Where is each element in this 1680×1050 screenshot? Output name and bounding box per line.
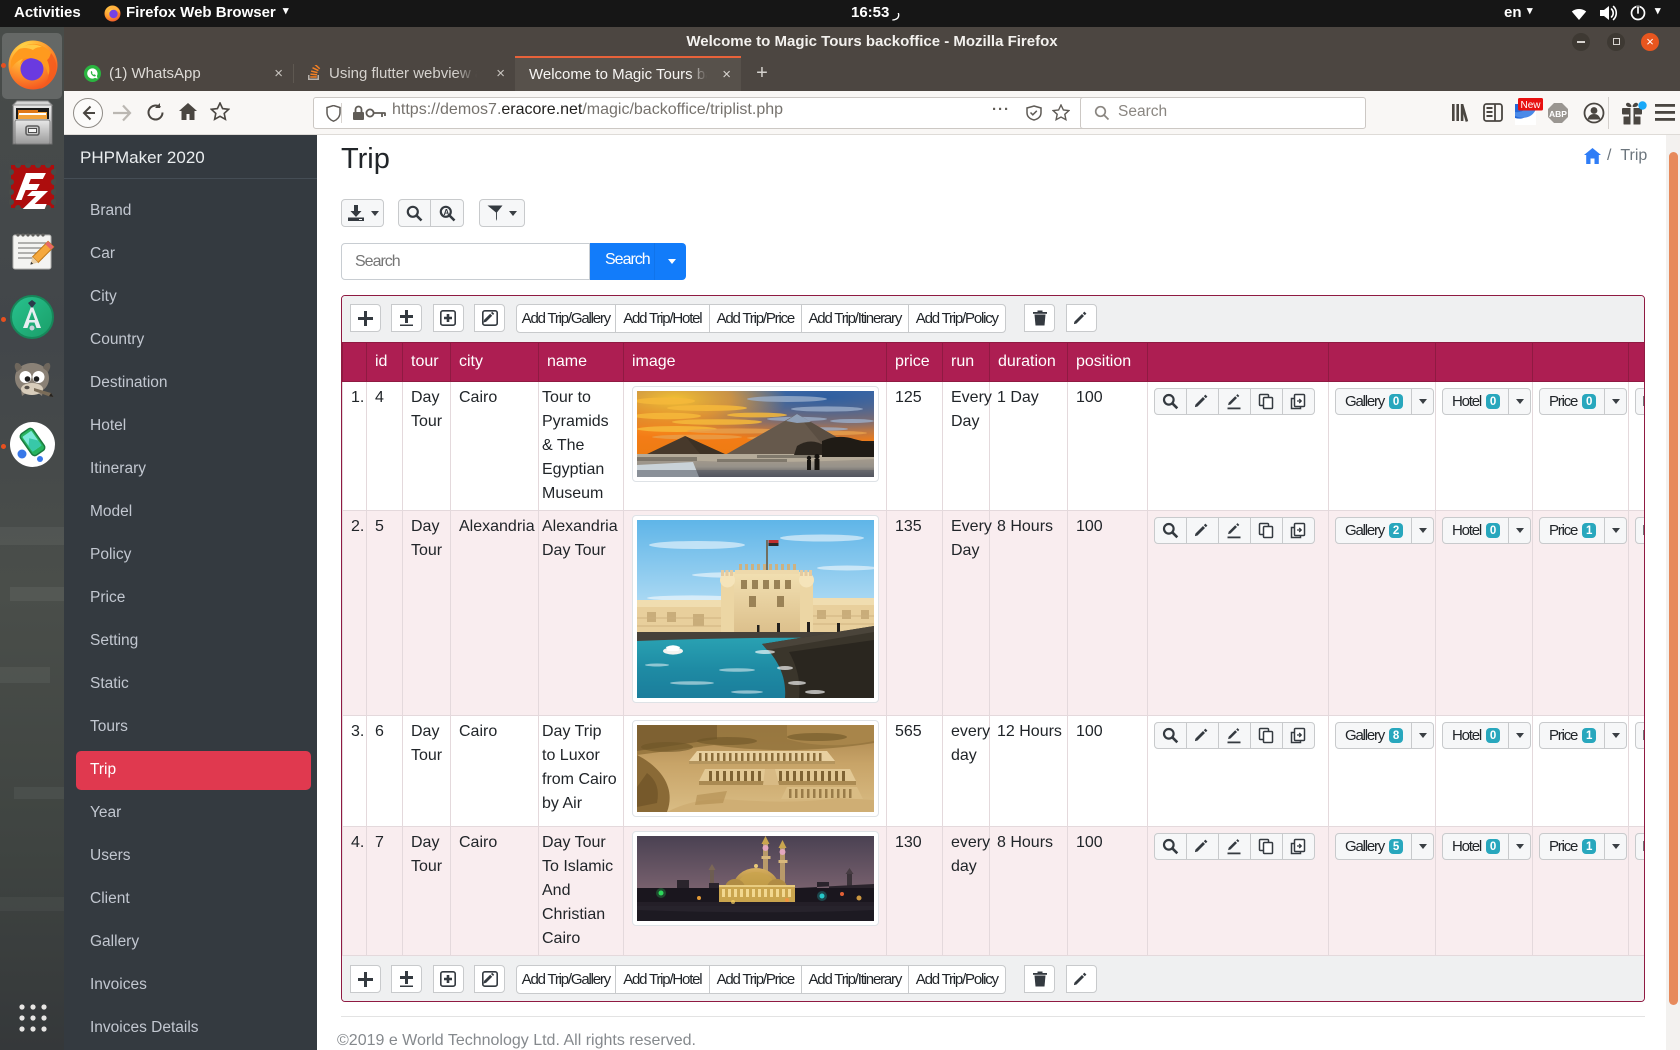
svg-text:New: New [1520,100,1541,111]
svg-text:ABP: ABP [1549,109,1567,119]
